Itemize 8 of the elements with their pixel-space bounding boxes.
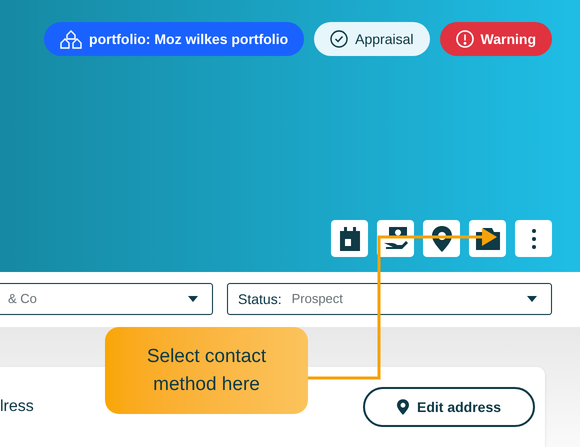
field-label: Status: <box>238 290 282 308</box>
badge-label: portfolio: Moz wilkes portfolio <box>89 30 288 49</box>
badge-label: Warning <box>480 30 536 49</box>
field-value: & Co <box>8 290 38 308</box>
callout-text: Select contact method here <box>146 344 268 396</box>
card-title: lress <box>0 397 34 417</box>
badge-label: Appraisal <box>355 30 414 49</box>
field-value: Prospect <box>292 290 344 308</box>
